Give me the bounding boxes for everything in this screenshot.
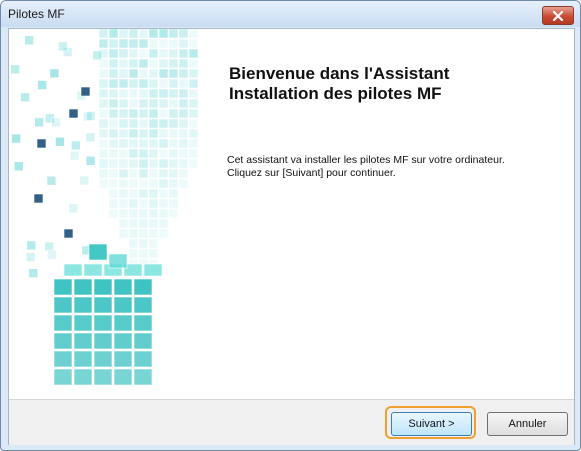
page-title: Bienvenue dans l'Assistant Installation … (229, 64, 559, 104)
window-title: Pilotes MF (8, 7, 65, 21)
button-bar: Suivant > Annuler (9, 399, 574, 445)
close-button[interactable] (542, 6, 574, 25)
intro-text-line-2: Cliquez sur [Suivant] pour continuer. (227, 167, 567, 180)
cancel-button[interactable]: Annuler (487, 412, 568, 436)
page-title-line-1: Bienvenue dans l'Assistant (229, 64, 559, 84)
cube-graphic (9, 29, 209, 399)
intro-text-line-1: Cet assistant va installer les pilotes M… (227, 154, 567, 167)
wizard-panel: Bienvenue dans l'Assistant Installation … (8, 28, 575, 445)
next-button[interactable]: Suivant > (391, 412, 472, 436)
title-bar[interactable]: Pilotes MF (1, 1, 580, 27)
page-title-line-2: Installation des pilotes MF (229, 84, 559, 104)
sidebar-graphic (9, 29, 209, 399)
installer-window: Pilotes MF Bienvenue dans l'Assistant In… (0, 0, 581, 451)
intro-text: Cet assistant va installer les pilotes M… (227, 154, 567, 180)
close-icon (552, 11, 564, 21)
